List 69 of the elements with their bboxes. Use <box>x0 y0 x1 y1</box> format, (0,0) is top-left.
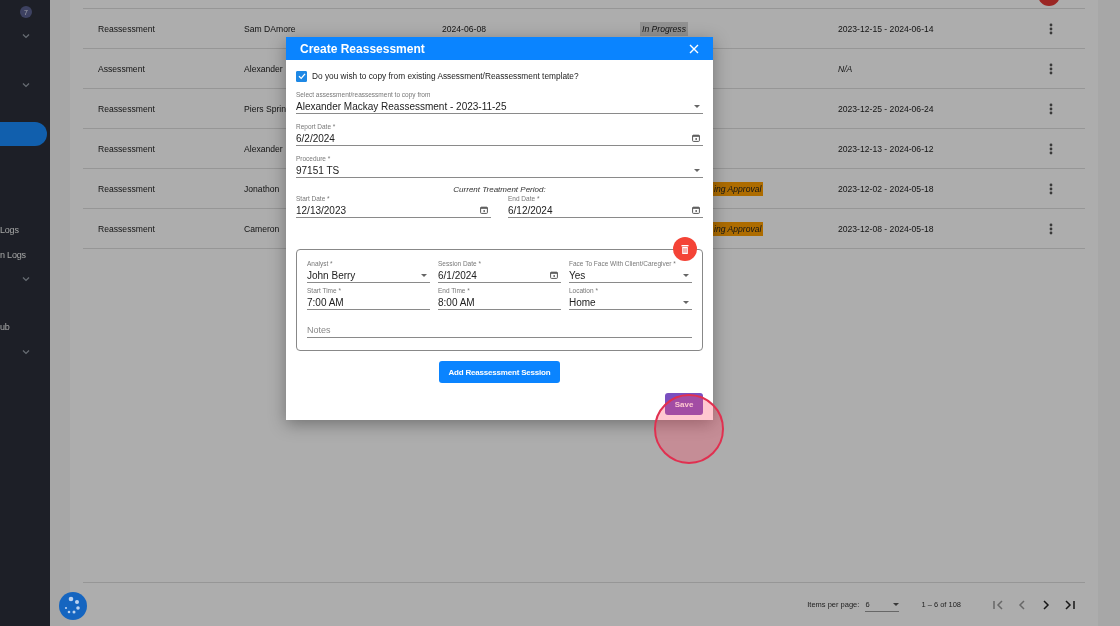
table-cell: 2024-06-08 <box>442 23 486 34</box>
nav-item[interactable]: ub <box>0 322 10 333</box>
select-field[interactable]: John Berry <box>307 268 430 283</box>
table-cell: Cameron <box>244 223 280 234</box>
status-badge: ing Approval <box>712 181 764 196</box>
more-icon[interactable] <box>1049 182 1053 195</box>
status-badge: ing Approval <box>712 221 764 236</box>
date-field[interactable]: 12/13/2023 <box>296 203 491 218</box>
table-cell: Jonathon <box>244 183 280 194</box>
table-cell: 2023-12-25 - 2024-06-24 <box>838 103 934 114</box>
select-field[interactable]: Alexander Mackay Reassessment - 2023-11-25 <box>296 99 703 114</box>
close-icon[interactable] <box>689 43 699 54</box>
calendar-icon[interactable] <box>550 271 558 279</box>
caret-icon <box>683 300 689 304</box>
add-session-button[interactable]: Add Reassessment Session <box>438 361 561 383</box>
table-cell: Reassessment <box>98 103 155 114</box>
table-cell: 2023-12-08 - 2024-05-18 <box>838 223 934 234</box>
table-cell: Piers Sprin <box>244 103 287 114</box>
more-icon[interactable] <box>1049 142 1053 155</box>
more-icon[interactable] <box>1049 222 1053 235</box>
status-badge: In Progress <box>640 21 688 36</box>
chevron-down-icon[interactable] <box>22 81 30 88</box>
nav-item[interactable]: Logs <box>0 225 19 236</box>
date-field[interactable]: 6/1/2024 <box>438 268 561 283</box>
caret-icon <box>694 168 700 172</box>
select-field[interactable]: Home <box>569 295 692 310</box>
chevron-down-icon[interactable] <box>22 33 30 40</box>
save-button[interactable]: Save <box>665 393 703 415</box>
nav-item[interactable]: n Logs <box>0 249 26 260</box>
chevron-down-icon[interactable] <box>22 275 30 282</box>
caret-icon <box>683 273 689 277</box>
caret-icon <box>694 104 700 108</box>
checkbox-label: Do you wish to copy from existing Assessment/Reassessment template? <box>312 71 579 81</box>
dialog-title: Create Reassessment <box>300 41 425 56</box>
table-cell: Reassessment <box>98 143 155 154</box>
table-cell: 2023-12-02 - 2024-05-18 <box>838 183 934 194</box>
more-icon[interactable] <box>1049 62 1053 75</box>
table-cell: Reassessment <box>98 183 155 194</box>
text-field[interactable]: 7:00 AM <box>307 295 430 310</box>
delete-button[interactable] <box>673 237 697 261</box>
caret-icon <box>893 602 900 606</box>
last-page-icon[interactable] <box>1063 597 1077 612</box>
table-cell: Alexander <box>244 143 283 154</box>
table-cell: 2023-12-15 - 2024-06-14 <box>838 23 934 34</box>
check-icon <box>297 72 306 80</box>
date-field[interactable]: 6/12/2024 <box>508 203 703 218</box>
table-cell: Reassessment <box>98 223 155 234</box>
more-icon[interactable] <box>1049 22 1053 35</box>
caret-icon <box>421 273 427 277</box>
text-field[interactable]: 8:00 AM <box>438 295 561 310</box>
table-cell: Sam DAmore <box>244 23 296 34</box>
chevron-down-icon[interactable] <box>22 348 30 355</box>
section-heading: Current Treatment Period: <box>452 185 547 194</box>
calendar-icon[interactable] <box>692 206 700 214</box>
table-cell: 2023-12-13 - 2024-06-12 <box>838 143 934 154</box>
select-field[interactable]: Yes <box>569 268 692 283</box>
calendar-icon[interactable] <box>480 206 488 214</box>
checkbox[interactable] <box>296 70 307 82</box>
table-cell: N/A <box>838 63 853 74</box>
active-nav-item[interactable] <box>0 121 47 146</box>
table-cell: Assessment <box>98 63 145 74</box>
trash-icon <box>681 244 689 254</box>
dots-circle-button[interactable] <box>58 591 88 621</box>
table-cell: Alexander <box>244 63 283 74</box>
more-icon[interactable] <box>1049 102 1053 115</box>
date-field[interactable]: 6/2/2024 <box>296 131 703 146</box>
calendar-icon[interactable] <box>692 134 700 142</box>
select-field[interactable]: 97151 TS <box>296 163 703 178</box>
table-cell: Reassessment <box>98 23 155 34</box>
